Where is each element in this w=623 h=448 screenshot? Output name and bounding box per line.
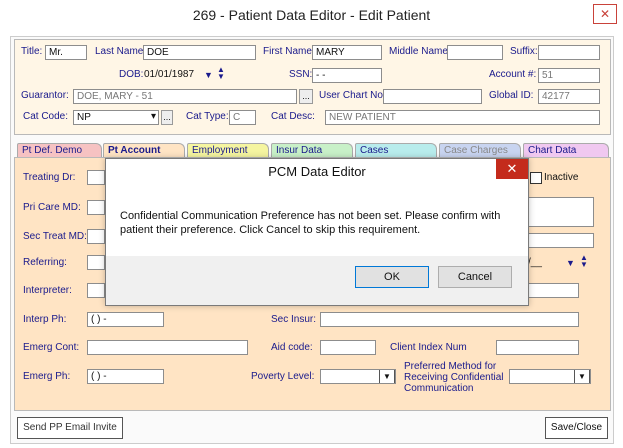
guarantor-field[interactable]: DOE, MARY - 51 <box>73 89 297 104</box>
chevron-down-icon: ▾ <box>150 111 156 122</box>
chevron-down-icon: ▼ <box>574 370 590 383</box>
first-name-label: First Name: <box>263 46 315 57</box>
interp-ph-field[interactable]: ( ) - <box>87 312 164 327</box>
global-id-label: Global ID: <box>489 90 534 101</box>
middle-name-label: Middle Name: <box>389 46 451 57</box>
ok-button[interactable]: OK <box>355 266 429 288</box>
first-name-field[interactable]: MARY <box>312 45 382 60</box>
referring-label: Referring: <box>23 257 67 268</box>
referring-field[interactable] <box>87 255 105 270</box>
account-label: Account #: <box>489 69 537 80</box>
treating-dr-label: Treating Dr: <box>23 172 76 183</box>
window-title: 269 - Patient Data Editor - Edit Patient <box>192 7 431 23</box>
aid-code-label: Aid code: <box>271 342 313 353</box>
cat-code-value: NP <box>77 112 91 123</box>
referring-date-spin-icon[interactable]: ▲ ▼ <box>580 254 588 269</box>
interp-ph-label: Interp Ph: <box>23 314 67 325</box>
cat-desc-label: Cat Desc: <box>271 111 315 122</box>
middle-name-field[interactable] <box>447 45 503 60</box>
user-chart-field[interactable] <box>383 89 482 104</box>
aid-code-field[interactable] <box>320 340 376 355</box>
tab-chart-data[interactable]: Chart Data <box>523 143 609 157</box>
referring-date-dropdown-icon[interactable]: ▼ <box>566 258 575 268</box>
inactive-checkbox[interactable] <box>530 172 542 184</box>
cat-code-select[interactable]: NP ▾ <box>73 110 159 125</box>
preferred-method-label-line2: Receiving Confidential <box>404 372 504 383</box>
sec-treat-label: Sec Treat MD: <box>23 231 87 242</box>
tab-pt-account[interactable]: Pt Account <box>103 143 185 158</box>
dialog-footer: OK Cancel <box>106 256 528 305</box>
tab-cases[interactable]: Cases <box>355 143 437 157</box>
guarantor-label: Guarantor: <box>21 90 69 101</box>
dialog-message-line1: Confidential Communication Preference ha… <box>120 210 501 222</box>
emerg-cont-field[interactable] <box>87 340 248 355</box>
dob-dropdown-icon[interactable]: ▼ <box>204 70 213 80</box>
global-id-field[interactable]: 42177 <box>538 89 600 104</box>
dialog-message: Confidential Communication Preference ha… <box>120 209 512 237</box>
referring-date-field[interactable]: /__ <box>528 257 542 268</box>
user-chart-label: User Chart No: <box>319 90 386 101</box>
cat-code-lookup-button[interactable]: ... <box>161 110 173 125</box>
interpreter-label: Interpreter: <box>23 285 72 296</box>
chevron-down-icon: ▼ <box>379 370 395 383</box>
emerg-cont-label: Emerg Cont: <box>23 342 80 353</box>
save-close-button[interactable]: Save/Close <box>545 417 608 439</box>
interpreter-right-field[interactable] <box>527 283 579 298</box>
ssn-label: SSN: <box>289 69 313 80</box>
emerg-ph-field[interactable]: ( ) - <box>87 369 164 384</box>
ssn-field[interactable]: - - <box>312 68 382 83</box>
sec-treat-field[interactable] <box>87 229 105 244</box>
suffix-field[interactable] <box>538 45 600 60</box>
cancel-button[interactable]: Cancel <box>438 266 512 288</box>
pri-care-notes-field[interactable] <box>522 197 594 227</box>
poverty-level-select[interactable]: ▼ <box>320 369 396 384</box>
poverty-level-label: Poverty Level: <box>251 371 315 382</box>
interpreter-field[interactable] <box>87 283 105 298</box>
client-index-field[interactable] <box>496 340 579 355</box>
suffix-label: Suffix: <box>510 46 538 57</box>
last-name-label: Last Name: <box>95 46 147 57</box>
dialog-message-line2: patient their preference. Click Cancel t… <box>120 224 421 236</box>
preferred-method-label: Preferred Method for Receiving Confidenti… <box>404 361 504 394</box>
preferred-method-label-line3: Communication <box>404 383 474 394</box>
cat-type-field[interactable]: C <box>229 110 256 125</box>
emerg-ph-label: Emerg Ph: <box>23 371 71 382</box>
dialog-close-icon[interactable]: ✕ <box>496 159 528 179</box>
client-index-label: Client Index Num <box>390 342 467 353</box>
title-field[interactable]: Mr. <box>45 45 87 60</box>
tab-employment[interactable]: Employment <box>187 143 269 157</box>
sec-insur-label: Sec Insur: <box>271 314 317 325</box>
sec-treat-right-field[interactable] <box>522 233 594 248</box>
inactive-label: Inactive <box>544 172 579 183</box>
tab-pt-def-demo[interactable]: Pt Def. Demo <box>17 143 102 157</box>
cat-type-label: Cat Type: <box>186 111 229 122</box>
cat-desc-field[interactable]: NEW PATIENT <box>325 110 600 125</box>
window-titlebar: 269 - Patient Data Editor - Edit Patient… <box>0 0 623 33</box>
title-label: Title: <box>21 46 43 57</box>
tab-insur-data[interactable]: Insur Data <box>271 143 353 157</box>
cat-code-label: Cat Code: <box>23 111 69 122</box>
last-name-field[interactable]: DOE <box>143 45 256 60</box>
treating-dr-field[interactable] <box>87 170 105 185</box>
dialog-title: PCM Data Editor <box>268 164 366 179</box>
account-field[interactable]: 51 <box>538 68 600 83</box>
pri-care-label: Pri Care MD: <box>23 202 81 213</box>
guarantor-lookup-button[interactable]: ... <box>299 89 313 104</box>
preferred-method-select[interactable]: ▼ <box>509 369 591 384</box>
dob-spin-icon[interactable]: ▲ ▼ <box>217 66 225 81</box>
preferred-method-label-line1: Preferred Method for <box>404 361 497 372</box>
close-x-icon[interactable]: ✕ <box>593 4 617 24</box>
send-pp-email-button[interactable]: Send PP Email Invite <box>17 417 123 439</box>
dob-label: DOB: <box>119 69 144 80</box>
pcm-dialog: PCM Data Editor ✕ Confidential Communica… <box>105 158 529 306</box>
tab-case-charges[interactable]: Case Charges <box>439 143 521 157</box>
pri-care-field[interactable] <box>87 200 105 215</box>
sec-insur-field[interactable] <box>320 312 579 327</box>
dob-field[interactable]: 01/01/1987 <box>144 69 194 80</box>
